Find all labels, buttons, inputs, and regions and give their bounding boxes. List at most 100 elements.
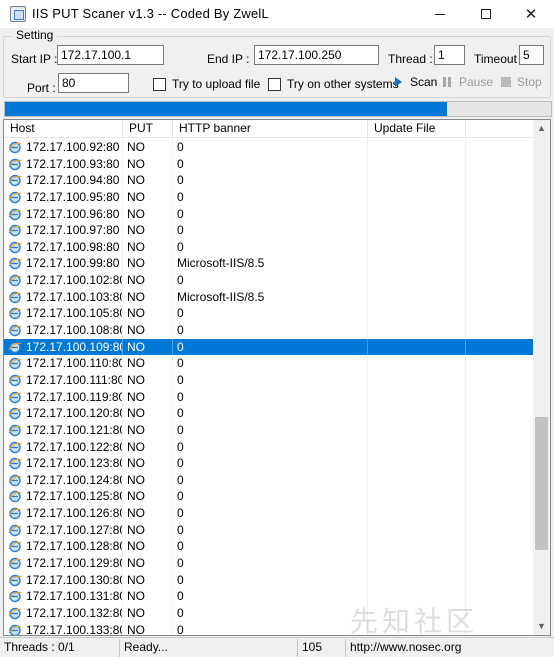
table-row[interactable]: 172.17.100.96:80 NO 0: [4, 205, 541, 223]
status-threads: Threads : 0/1: [0, 639, 120, 657]
http-banner-cell: 0: [173, 205, 368, 223]
table-row[interactable]: 172.17.100.103:80 NO Microsoft-IIS/8.5: [4, 288, 541, 306]
table-row[interactable]: 172.17.100.109:80 NO 0: [4, 338, 541, 356]
ie-globe-icon: [8, 274, 22, 287]
maximize-button[interactable]: [463, 0, 509, 28]
http-banner-cell: 0: [173, 305, 368, 323]
table-row[interactable]: 172.17.100.121:80 NO 0: [4, 421, 541, 439]
http-banner-cell: 0: [173, 471, 368, 489]
table-row[interactable]: 172.17.100.127:80 NO 0: [4, 521, 541, 539]
table-row[interactable]: 172.17.100.98:80 NO 0: [4, 238, 541, 256]
http-banner-cell: 0: [173, 438, 368, 456]
put-cell: NO: [123, 322, 173, 339]
table-row[interactable]: 172.17.100.125:80 NO 0: [4, 488, 541, 506]
http-banner-cell: 0: [173, 222, 368, 239]
table-row[interactable]: 172.17.100.130:80 NO 0: [4, 571, 541, 589]
update-file-cell: [368, 322, 466, 339]
http-banner-cell: 0: [173, 338, 368, 356]
update-file-cell: [368, 571, 466, 589]
put-cell: NO: [123, 205, 173, 223]
thread-label: Thread :: [388, 52, 433, 66]
column-header-put[interactable]: PUT: [123, 120, 173, 138]
minimize-button[interactable]: [417, 0, 463, 28]
put-cell: NO: [123, 521, 173, 539]
update-file-cell: [368, 139, 466, 156]
update-file-cell: [368, 588, 466, 605]
port-input[interactable]: [58, 73, 129, 93]
upload-checkbox[interactable]: [153, 78, 166, 91]
start-ip-input[interactable]: [57, 45, 164, 65]
put-cell: NO: [123, 272, 173, 289]
ie-globe-icon: [8, 507, 22, 520]
update-file-cell: [368, 421, 466, 439]
ie-globe-icon: [8, 175, 22, 187]
ie-globe-icon: [8, 541, 22, 553]
table-row[interactable]: 172.17.100.133:80 NO 0: [4, 621, 541, 635]
table-row[interactable]: 172.17.100.120:80 NO 0: [4, 405, 541, 422]
table-row[interactable]: 172.17.100.97:80 NO 0: [4, 222, 541, 239]
ie-globe-icon: [8, 158, 22, 170]
scroll-thumb[interactable]: [535, 417, 548, 550]
table-row[interactable]: 172.17.100.95:80 NO 0: [4, 188, 541, 206]
ie-globe-icon: [8, 441, 22, 453]
table-row[interactable]: 172.17.100.94:80 NO 0: [4, 172, 541, 189]
other-systems-label: Try on other systems: [287, 77, 399, 91]
table-row[interactable]: 172.17.100.126:80 NO 0: [4, 505, 541, 522]
timeout-input[interactable]: [519, 45, 544, 65]
thread-input[interactable]: [434, 45, 465, 65]
pause-button[interactable]: Pause: [459, 75, 493, 89]
pause-icon: [443, 77, 452, 87]
scroll-up-icon[interactable]: ▲: [537, 124, 546, 133]
end-ip-input[interactable]: [254, 45, 379, 65]
column-header-update-file[interactable]: Update File: [368, 120, 466, 138]
vertical-scrollbar[interactable]: ▲ ▼: [533, 120, 550, 635]
put-cell: NO: [123, 405, 173, 422]
settings-legend: Setting: [12, 28, 58, 42]
close-button[interactable]: ✕: [508, 0, 554, 28]
other-systems-checkbox[interactable]: [268, 78, 281, 91]
table-row[interactable]: 172.17.100.110:80 NO 0: [4, 355, 541, 372]
table-row[interactable]: 172.17.100.119:80 NO 0: [4, 388, 541, 406]
put-cell: NO: [123, 255, 173, 273]
put-cell: NO: [123, 505, 173, 522]
stop-icon: [501, 77, 511, 87]
column-header-http-banner[interactable]: HTTP banner: [173, 120, 368, 138]
http-banner-cell: Microsoft-IIS/8.5: [173, 288, 368, 306]
put-cell: NO: [123, 338, 173, 356]
table-row[interactable]: 172.17.100.111:80 NO 0: [4, 371, 541, 389]
ie-globe-icon: [8, 374, 22, 387]
table-row[interactable]: 172.17.100.123:80 NO 0: [4, 455, 541, 472]
table-row[interactable]: 172.17.100.132:80 NO 0: [4, 604, 541, 622]
table-row[interactable]: 172.17.100.105:80 NO 0: [4, 305, 541, 323]
http-banner-cell: 0: [173, 621, 368, 635]
table-row[interactable]: 172.17.100.129:80 NO 0: [4, 555, 541, 572]
table-row[interactable]: 172.17.100.124:80 NO 0: [4, 471, 541, 489]
column-header-host[interactable]: Host: [4, 120, 123, 138]
table-row[interactable]: 172.17.100.102:80 NO 0: [4, 272, 541, 289]
ie-globe-icon: [8, 258, 22, 270]
table-row[interactable]: 172.17.100.131:80 NO 0: [4, 588, 541, 605]
http-banner-cell: 0: [173, 505, 368, 522]
update-file-cell: [368, 488, 466, 506]
table-row[interactable]: 172.17.100.108:80 NO 0: [4, 322, 541, 339]
table-row[interactable]: 172.17.100.92:80 NO 0: [4, 139, 541, 156]
scroll-down-icon[interactable]: ▼: [537, 622, 546, 631]
update-file-cell: [368, 371, 466, 389]
put-cell: NO: [123, 305, 173, 323]
table-row[interactable]: 172.17.100.128:80 NO 0: [4, 538, 541, 556]
update-file-cell: [368, 172, 466, 189]
http-banner-cell: 0: [173, 272, 368, 289]
start-ip-label: Start IP :: [11, 52, 58, 66]
table-row[interactable]: 172.17.100.99:80 NO Microsoft-IIS/8.5: [4, 255, 541, 273]
http-banner-cell: 0: [173, 172, 368, 189]
scan-button[interactable]: Scan: [410, 75, 437, 89]
table-row[interactable]: 172.17.100.93:80 NO 0: [4, 155, 541, 173]
put-cell: NO: [123, 555, 173, 572]
ie-globe-icon: [8, 524, 22, 536]
table-row[interactable]: 172.17.100.122:80 NO 0: [4, 438, 541, 456]
update-file-cell: [368, 405, 466, 422]
put-cell: NO: [123, 438, 173, 456]
update-file-cell: [368, 155, 466, 173]
stop-button[interactable]: Stop: [517, 75, 542, 89]
results-list[interactable]: Host PUT HTTP banner Update File 172.17.…: [3, 119, 551, 636]
